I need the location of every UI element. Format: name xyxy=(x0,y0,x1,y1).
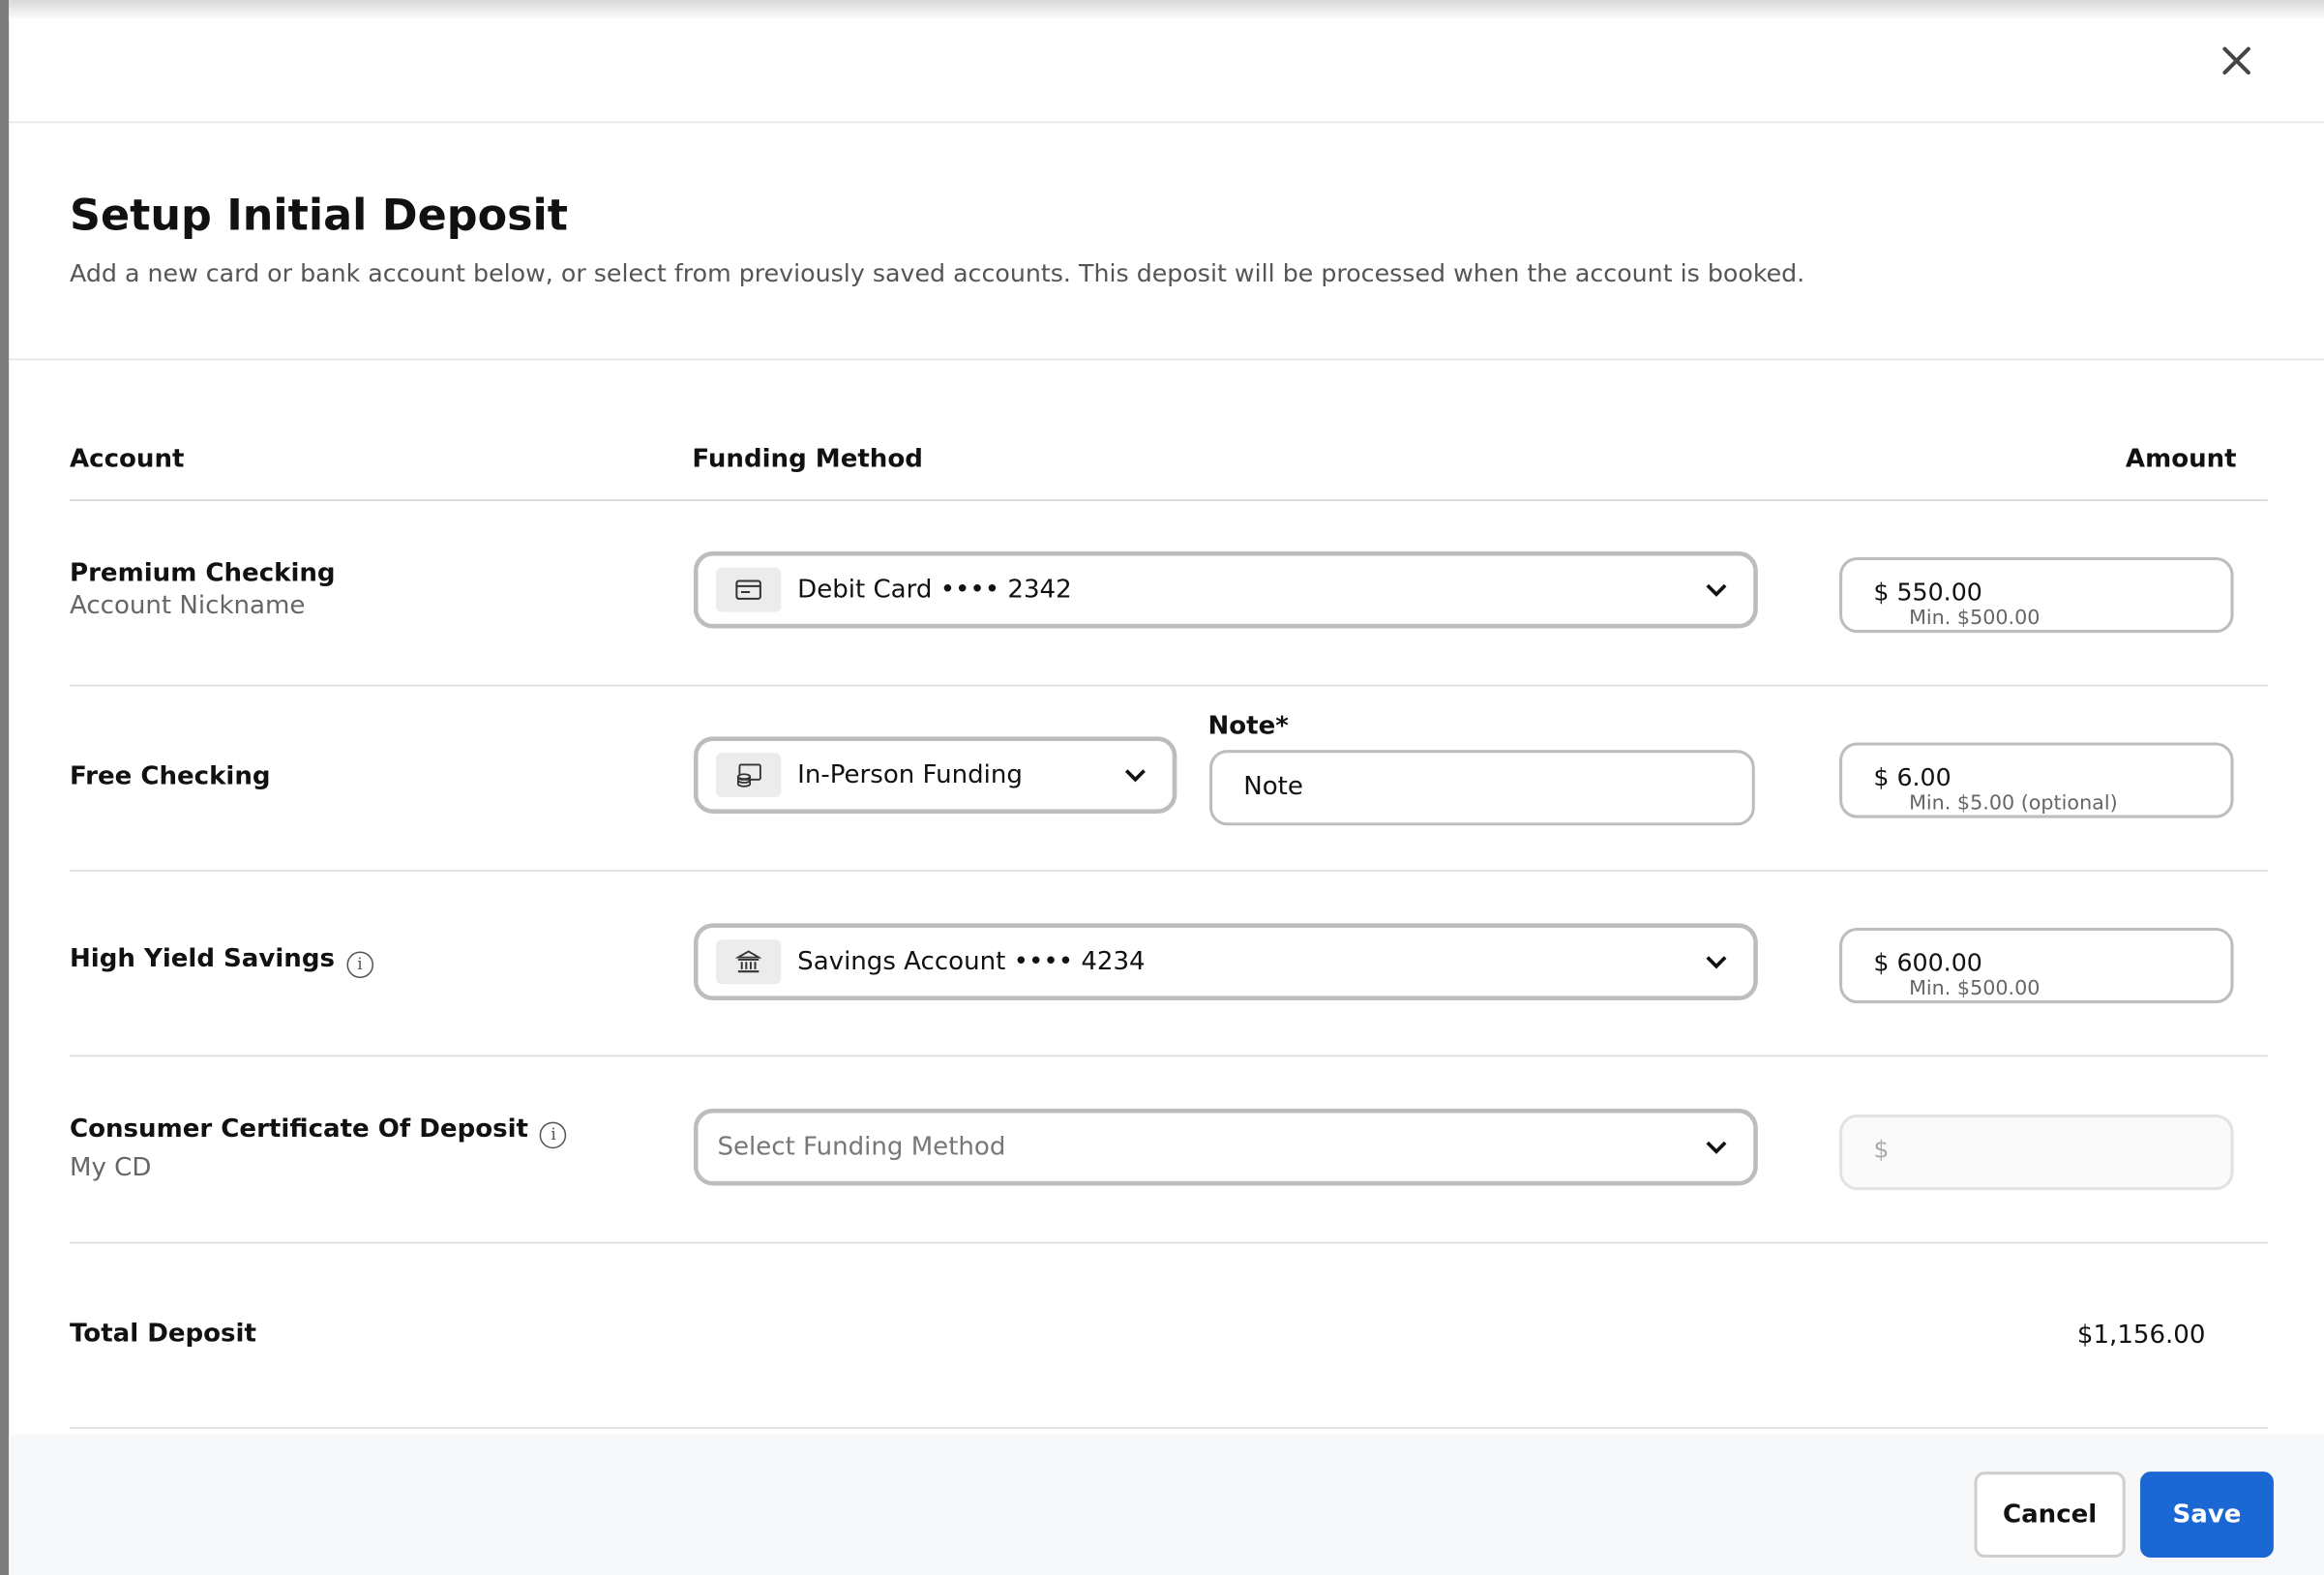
total-deposit-label: Total Deposit xyxy=(69,1319,256,1350)
setup-initial-deposit-dialog: Setup Initial Deposit Add a new card or … xyxy=(0,0,2324,1575)
credit-card-icon xyxy=(715,567,782,612)
chevron-down-icon xyxy=(1124,769,1146,783)
amount-placeholder: $ xyxy=(1873,1135,1890,1164)
row-divider xyxy=(69,684,2268,687)
total-divider xyxy=(69,1427,2268,1429)
amount-input[interactable]: $ 6.00 Min. $5.00 (optional) xyxy=(1839,742,2234,818)
chevron-down-icon xyxy=(1706,583,1727,597)
account-nickname: Account Nickname xyxy=(69,591,306,621)
account-nickname: My CD xyxy=(69,1152,152,1183)
amount-input-disabled[interactable]: $ xyxy=(1839,1114,2234,1191)
info-icon[interactable]: i xyxy=(346,951,373,979)
table-header-divider xyxy=(69,499,2268,501)
account-name: High Yield Savings xyxy=(69,943,335,974)
chevron-down-icon xyxy=(1706,1141,1727,1154)
cancel-button[interactable]: Cancel xyxy=(1974,1471,2126,1559)
cash-coins-icon xyxy=(715,753,782,798)
amount-value: $ 6.00 xyxy=(1873,762,1952,792)
header-divider xyxy=(9,121,2324,124)
account-name: Free Checking xyxy=(69,761,271,792)
funding-method-select[interactable]: In-Person Funding xyxy=(693,736,1177,815)
account-name: Consumer Certificate Of Deposit xyxy=(69,1114,529,1144)
funding-method-placeholder: Select Funding Method xyxy=(717,1132,1006,1163)
column-header-account: Account xyxy=(69,444,185,475)
account-name-row: Consumer Certificate Of Deposit i xyxy=(69,1114,567,1149)
account-name-row: High Yield Savings i xyxy=(69,943,373,979)
total-deposit-value: $1,156.00 xyxy=(2076,1320,2206,1351)
background-page-overlay xyxy=(0,0,10,1575)
funding-method-select[interactable]: Debit Card •••• 2342 xyxy=(693,550,1758,629)
save-button[interactable]: Save xyxy=(2140,1471,2274,1559)
amount-minimum: Min. $5.00 (optional) xyxy=(1909,791,2118,816)
funding-method-value: Savings Account •••• 4234 xyxy=(797,946,1146,977)
row-divider xyxy=(69,1055,2268,1057)
dialog-subtitle: Add a new card or bank account below, or… xyxy=(69,259,1805,288)
bank-icon xyxy=(715,939,782,985)
row-divider xyxy=(69,1241,2268,1244)
amount-minimum: Min. $500.00 xyxy=(1909,606,2041,631)
close-icon[interactable] xyxy=(2215,39,2259,83)
funding-method-select[interactable]: Savings Account •••• 4234 xyxy=(693,923,1758,1001)
amount-input[interactable]: $ 550.00 Min. $500.00 xyxy=(1839,556,2234,634)
column-header-funding-method: Funding Method xyxy=(692,444,923,475)
column-header-amount: Amount xyxy=(2125,444,2237,475)
funding-method-value: Debit Card •••• 2342 xyxy=(797,575,1072,606)
dialog-shadow xyxy=(9,0,2324,21)
funding-method-value: In-Person Funding xyxy=(797,759,1023,790)
info-icon[interactable]: i xyxy=(540,1121,567,1149)
section-divider xyxy=(9,358,2324,361)
funding-method-select[interactable]: Select Funding Method xyxy=(693,1108,1758,1186)
note-input[interactable]: Note xyxy=(1209,750,1755,826)
amount-value: $ 550.00 xyxy=(1873,578,1982,607)
chevron-down-icon xyxy=(1706,956,1727,969)
account-name: Premium Checking xyxy=(69,558,336,589)
amount-input[interactable]: $ 600.00 Min. $500.00 xyxy=(1839,927,2234,1004)
note-label: Note* xyxy=(1207,711,1289,741)
note-value: Note xyxy=(1243,772,1303,802)
dialog-title: Setup Initial Deposit xyxy=(69,190,569,241)
row-divider xyxy=(69,870,2268,872)
amount-value: $ 600.00 xyxy=(1873,948,1982,977)
amount-minimum: Min. $500.00 xyxy=(1909,976,2041,1001)
